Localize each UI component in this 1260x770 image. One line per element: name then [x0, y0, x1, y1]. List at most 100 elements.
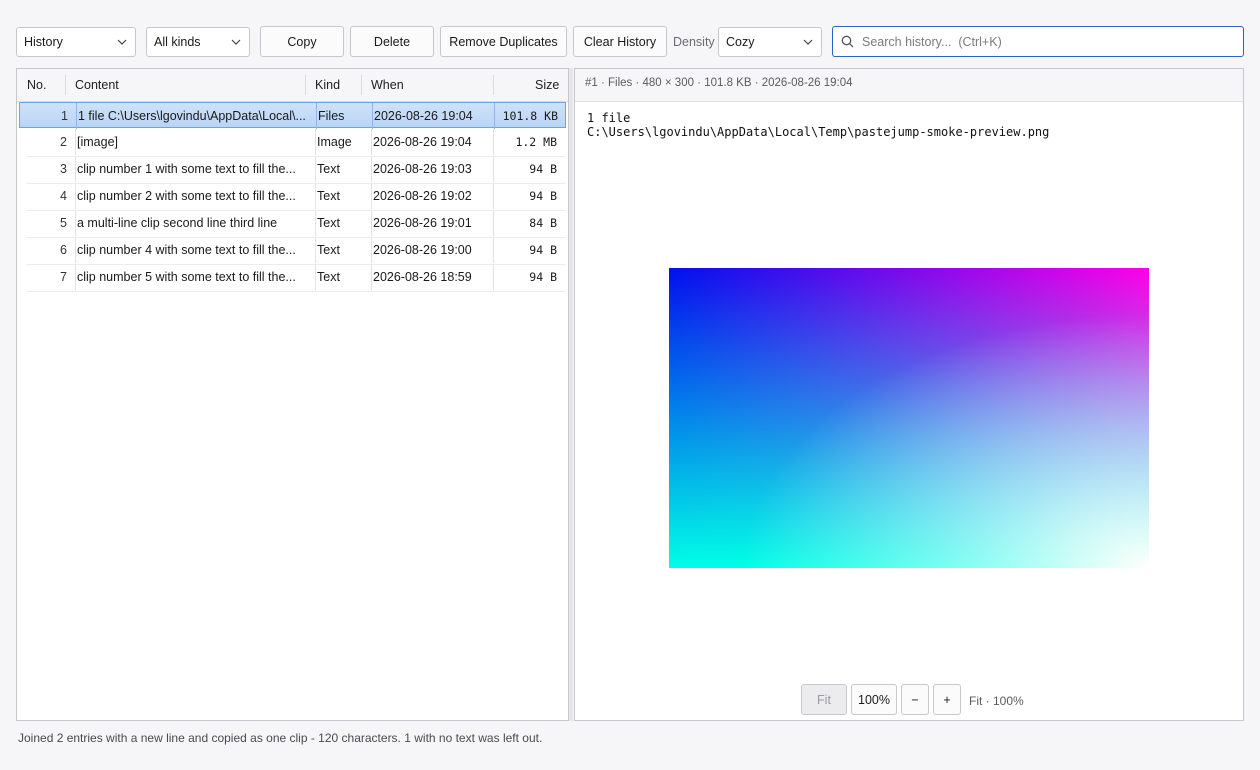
- cell-divider: [75, 129, 76, 155]
- cell-content: [image]: [77, 135, 118, 149]
- cell-kind: Text: [317, 270, 340, 284]
- cell-no: 6: [60, 243, 67, 257]
- cell-no: 1: [61, 109, 68, 123]
- cell-content: 1 file C:\Users\lgovindu\AppData\Local\.…: [78, 109, 306, 123]
- cell-content: a multi-line clip second line third line: [77, 216, 278, 230]
- preview-panel: #1 · Files · 480 × 300 · 101.8 KB · 2026…: [574, 68, 1244, 721]
- cell-divider: [493, 129, 494, 155]
- preview-image: [669, 268, 1149, 568]
- cell-content: clip number 4 with some text to fill the…: [77, 243, 296, 257]
- cell-no: 4: [60, 189, 67, 203]
- table-row[interactable]: 2 [image] Image 2026-08-26 19:04 1.2 MB: [27, 129, 565, 157]
- cell-when: 2026-08-26 19:04: [373, 135, 472, 149]
- column-divider[interactable]: [65, 75, 66, 95]
- chevron-down-icon: [116, 36, 128, 48]
- table-row[interactable]: 3 clip number 1 with some text to fill th…: [27, 156, 565, 184]
- table-row[interactable]: 6 clip number 4 with some text to fill th…: [27, 237, 565, 265]
- cell-kind: Text: [317, 216, 340, 230]
- zoom-in-button[interactable]: +: [933, 684, 961, 715]
- delete-button[interactable]: Delete: [350, 26, 434, 57]
- cell-divider: [493, 156, 494, 182]
- cell-divider: [315, 210, 316, 236]
- table-row[interactable]: 1 1 file C:\Users\lgovindu\AppData\Local\…: [19, 102, 566, 129]
- preview-meta: #1 · Files · 480 × 300 · 101.8 KB · 2026…: [585, 77, 853, 89]
- copy-button[interactable]: Copy: [260, 26, 344, 57]
- cell-no: 7: [60, 270, 67, 284]
- table-row[interactable]: 4 clip number 2 with some text to fill th…: [27, 183, 565, 211]
- table-row[interactable]: 7 clip number 5 with some text to fill th…: [27, 264, 565, 292]
- cell-divider: [75, 237, 76, 263]
- zoom-out-button[interactable]: −: [901, 684, 929, 715]
- cell-divider: [75, 156, 76, 182]
- cell-divider: [315, 237, 316, 263]
- search-icon: [841, 35, 854, 48]
- cell-divider: [76, 103, 77, 129]
- cell-kind: Files: [318, 109, 345, 123]
- cell-divider: [372, 103, 373, 129]
- table-header: No. Content Kind When Size: [17, 69, 568, 102]
- column-header-no[interactable]: No.: [27, 69, 46, 101]
- cell-when: 2026-08-26 18:59: [373, 270, 472, 284]
- cell-divider: [371, 129, 372, 155]
- cell-size: 94 B: [529, 243, 557, 257]
- column-divider[interactable]: [361, 75, 362, 95]
- cell-size: 1.2 MB: [515, 135, 557, 149]
- search-input[interactable]: [860, 33, 1243, 50]
- cell-divider: [371, 183, 372, 209]
- cell-no: 2: [60, 135, 67, 149]
- cell-size: 94 B: [529, 162, 557, 176]
- cell-content: clip number 5 with some text to fill the…: [77, 270, 296, 284]
- column-header-content[interactable]: Content: [75, 69, 119, 101]
- preview-text: 1 file C:\Users\lgovindu\AppData\Local\T…: [587, 111, 1050, 139]
- chevron-down-icon: [230, 36, 242, 48]
- density-select-value: Cozy: [726, 35, 755, 49]
- kind-select-value: All kinds: [154, 35, 201, 49]
- cell-divider: [75, 210, 76, 236]
- table-row[interactable]: 5 a multi-line clip second line third lin…: [27, 210, 565, 238]
- zoom-fit-button[interactable]: Fit: [801, 684, 847, 715]
- cell-content: clip number 2 with some text to fill the…: [77, 189, 296, 203]
- kind-select[interactable]: All kinds: [146, 27, 250, 57]
- cell-divider: [493, 264, 494, 290]
- cell-divider: [316, 103, 317, 129]
- cell-divider: [75, 183, 76, 209]
- column-divider[interactable]: [305, 75, 306, 95]
- clear-history-button[interactable]: Clear History: [573, 26, 667, 57]
- cell-divider: [315, 264, 316, 290]
- pane-splitter[interactable]: [569, 68, 573, 721]
- cell-divider: [493, 183, 494, 209]
- zoom-100-button[interactable]: 100%: [851, 684, 897, 715]
- column-divider[interactable]: [493, 75, 494, 95]
- column-header-size[interactable]: Size: [535, 69, 559, 101]
- status-message: Joined 2 entries with a new line and cop…: [18, 731, 543, 745]
- remove-duplicates-button[interactable]: Remove Duplicates: [440, 26, 567, 57]
- column-header-kind[interactable]: Kind: [315, 69, 340, 101]
- density-select[interactable]: Cozy: [718, 27, 822, 57]
- cell-when: 2026-08-26 19:02: [373, 189, 472, 203]
- cell-divider: [371, 210, 372, 236]
- search-box[interactable]: [832, 26, 1244, 57]
- cell-size: 101.8 KB: [502, 109, 558, 123]
- chevron-down-icon: [802, 36, 814, 48]
- cell-no: 5: [60, 216, 67, 230]
- view-select[interactable]: History: [16, 27, 136, 57]
- cell-divider: [315, 183, 316, 209]
- cell-content: clip number 1 with some text to fill the…: [77, 162, 296, 176]
- cell-size: 94 B: [529, 189, 557, 203]
- cell-divider: [493, 210, 494, 236]
- view-select-value: History: [24, 35, 63, 49]
- cell-divider: [494, 103, 495, 129]
- cell-no: 3: [60, 162, 67, 176]
- cell-size: 84 B: [529, 216, 557, 230]
- cell-when: 2026-08-26 19:01: [373, 216, 472, 230]
- cell-divider: [371, 156, 372, 182]
- cell-size: 94 B: [529, 270, 557, 284]
- density-label: Density: [673, 35, 715, 49]
- cell-when: 2026-08-26 19:04: [374, 109, 473, 123]
- column-header-when[interactable]: When: [371, 69, 404, 101]
- cell-divider: [371, 264, 372, 290]
- zoom-status: Fit · 100%: [969, 694, 1024, 708]
- cell-divider: [493, 237, 494, 263]
- cell-kind: Text: [317, 162, 340, 176]
- cell-divider: [75, 264, 76, 290]
